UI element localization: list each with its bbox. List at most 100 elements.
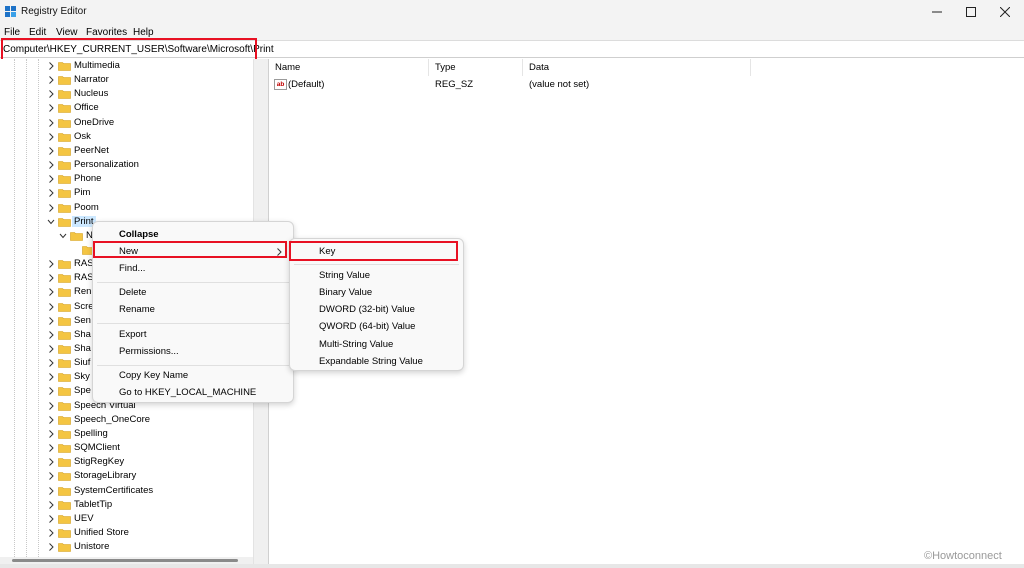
menu-file[interactable]: File (4, 27, 20, 38)
value-row[interactable]: ab (Default) REG_SZ (value not set) (269, 77, 1024, 93)
tree-item[interactable]: Multimedia (0, 59, 253, 73)
window-title: Registry Editor (21, 6, 87, 17)
chevron-down-icon[interactable] (47, 217, 55, 227)
chevron-right-icon[interactable] (47, 514, 55, 524)
chevron-right-icon[interactable] (47, 372, 55, 382)
folder-icon (58, 260, 71, 269)
chevron-right-icon[interactable] (47, 118, 55, 128)
folder-icon (58, 189, 71, 198)
chevron-right-icon[interactable] (47, 415, 55, 425)
tree-item-label: Unistore (74, 541, 110, 552)
column-header-type[interactable]: Type (429, 59, 523, 76)
menu-favorites[interactable]: Favorites (86, 27, 127, 38)
menu-item-delete[interactable]: Delete (93, 284, 293, 301)
column-header-data[interactable]: Data (523, 59, 751, 76)
key-highlight-box (289, 241, 458, 261)
chevron-right-icon[interactable] (47, 471, 55, 481)
tree-item[interactable]: Osk (0, 130, 253, 144)
tree-item[interactable]: Unified Store (0, 526, 253, 540)
tree-item[interactable]: Narrator (0, 73, 253, 87)
tree-item[interactable]: Office (0, 101, 253, 115)
tree-item-label: StorageLibrary (74, 470, 137, 481)
chevron-right-icon[interactable] (47, 330, 55, 340)
scrollbar-thumb[interactable] (12, 559, 238, 562)
close-button[interactable] (988, 0, 1022, 24)
chevron-right-icon[interactable] (47, 174, 55, 184)
tree-item[interactable]: Personalization (0, 158, 253, 172)
folder-icon (58, 218, 71, 227)
tree-item-label: Sky (74, 371, 90, 382)
chevron-right-icon[interactable] (47, 160, 55, 170)
chevron-right-icon[interactable] (47, 259, 55, 269)
chevron-right-icon[interactable] (47, 500, 55, 510)
menu-item-goto-hklm[interactable]: Go to HKEY_LOCAL_MACHINE (93, 384, 293, 401)
folder-icon (58, 204, 71, 213)
chevron-right-icon[interactable] (47, 486, 55, 496)
tree-item[interactable]: Speech_OneCore (0, 413, 253, 427)
menu-item-permissions[interactable]: Permissions... (93, 343, 293, 360)
submenu-item-multi-string-value[interactable]: Multi-String Value (290, 336, 463, 353)
tree-item[interactable]: Nucleus (0, 87, 253, 101)
tree-item-label: Sha (74, 329, 91, 340)
tree-item-label: Sen (74, 315, 91, 326)
folder-icon (58, 501, 71, 510)
chevron-right-icon[interactable] (47, 89, 55, 99)
chevron-right-icon[interactable] (47, 302, 55, 312)
tree-item[interactable]: Spelling (0, 427, 253, 441)
chevron-right-icon[interactable] (47, 401, 55, 411)
menu-item-rename[interactable]: Rename (93, 301, 293, 318)
menu-item-copy-key-name[interactable]: Copy Key Name (93, 367, 293, 384)
menu-item-export[interactable]: Export (93, 326, 293, 343)
submenu-item-dword-value[interactable]: DWORD (32-bit) Value (290, 301, 463, 318)
tree-item[interactable]: Pim (0, 186, 253, 200)
tree-item[interactable]: Phone (0, 172, 253, 186)
menu-help[interactable]: Help (133, 27, 154, 38)
chevron-right-icon[interactable] (47, 132, 55, 142)
tree-item[interactable]: Poom (0, 201, 253, 215)
tree-item-label: Spelling (74, 428, 108, 439)
chevron-right-icon[interactable] (47, 443, 55, 453)
tree-item[interactable]: PeerNet (0, 144, 253, 158)
chevron-right-icon[interactable] (47, 528, 55, 538)
chevron-right-icon[interactable] (47, 203, 55, 213)
tree-item-label: Phone (74, 173, 102, 184)
chevron-right-icon[interactable] (47, 344, 55, 354)
chevron-right-icon[interactable] (47, 386, 55, 396)
tree-item[interactable]: OneDrive (0, 116, 253, 130)
chevron-right-icon[interactable] (47, 358, 55, 368)
value-type: REG_SZ (435, 79, 474, 90)
chevron-right-icon[interactable] (47, 316, 55, 326)
chevron-right-icon[interactable] (47, 103, 55, 113)
tree-item[interactable]: Unistore (0, 540, 253, 554)
status-bar (0, 564, 1024, 568)
tree-item[interactable]: SQMClient (0, 441, 253, 455)
tree-item[interactable]: UEV (0, 512, 253, 526)
chevron-right-icon[interactable] (47, 287, 55, 297)
submenu-item-qword-value[interactable]: QWORD (64-bit) Value (290, 318, 463, 335)
minimize-button[interactable] (920, 0, 954, 24)
maximize-button[interactable] (954, 0, 988, 24)
tree-item[interactable]: TabletTip (0, 498, 253, 512)
tree-horizontal-scrollbar[interactable] (0, 557, 253, 564)
menu-edit[interactable]: Edit (29, 27, 46, 38)
tree-item[interactable]: StigRegKey (0, 455, 253, 469)
chevron-right-icon[interactable] (47, 188, 55, 198)
chevron-right-icon[interactable] (47, 146, 55, 156)
folder-icon (58, 161, 71, 170)
chevron-right-icon[interactable] (47, 542, 55, 552)
chevron-down-icon[interactable] (59, 231, 67, 241)
menu-item-find[interactable]: Find... (93, 260, 293, 277)
chevron-right-icon[interactable] (47, 75, 55, 85)
maximize-icon (966, 7, 976, 17)
tree-item[interactable]: SystemCertificates (0, 484, 253, 498)
tree-item[interactable]: StorageLibrary (0, 469, 253, 483)
submenu-item-binary-value[interactable]: Binary Value (290, 284, 463, 301)
chevron-right-icon[interactable] (47, 457, 55, 467)
chevron-right-icon[interactable] (47, 429, 55, 439)
column-header-name[interactable]: Name (269, 59, 429, 76)
submenu-item-string-value[interactable]: String Value (290, 267, 463, 284)
menu-view[interactable]: View (56, 27, 78, 38)
chevron-right-icon[interactable] (47, 61, 55, 71)
submenu-item-expandable-string-value[interactable]: Expandable String Value (290, 353, 463, 370)
chevron-right-icon[interactable] (47, 273, 55, 283)
